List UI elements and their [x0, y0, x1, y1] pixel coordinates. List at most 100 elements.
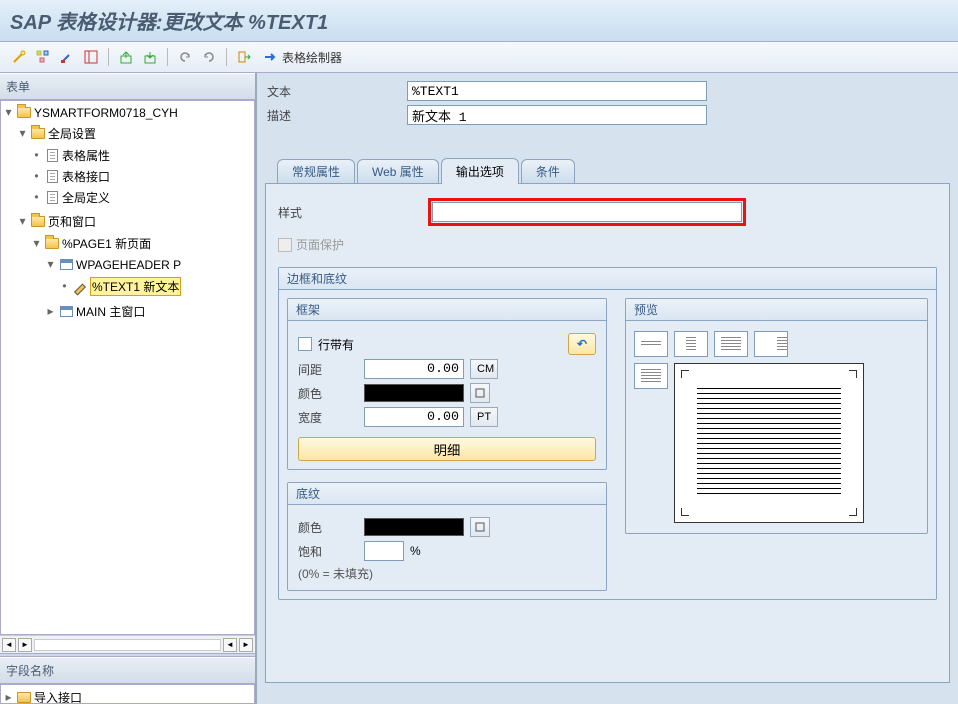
- frame-title: 框架: [288, 299, 606, 321]
- document-icon: [44, 149, 60, 163]
- width-unit-button[interactable]: PT: [470, 407, 498, 427]
- corner-marker-icon: [849, 508, 857, 516]
- shading-subgroup: 底纹 颜色 饱和 %: [287, 482, 607, 591]
- tab-conditions[interactable]: 条件: [521, 159, 575, 183]
- window-icon: [58, 258, 74, 272]
- align-middle-button[interactable]: [634, 363, 668, 389]
- window-icon: [58, 305, 74, 319]
- page-protect-checkbox: [278, 238, 292, 252]
- scroll-right2-icon[interactable]: ►: [239, 638, 253, 652]
- frame-color-swatch: [364, 384, 464, 402]
- tab-general[interactable]: 常规属性: [277, 159, 355, 183]
- tree-text1[interactable]: •%TEXT1 新文本: [57, 276, 183, 297]
- tree-root[interactable]: ▾ YSMARTFORM0718_CYH: [1, 104, 180, 121]
- saturation-input[interactable]: [364, 541, 404, 561]
- align-right-button[interactable]: [754, 331, 788, 357]
- toolbar-undo-icon[interactable]: [174, 46, 196, 68]
- folder-icon: [44, 237, 60, 251]
- form-tree[interactable]: ▾ YSMARTFORM0718_CYH ▾全局设置 •表格属性 •表格接口 •全…: [0, 100, 255, 635]
- fieldname-tree[interactable]: ▸ 导入接口: [0, 684, 255, 704]
- tree-global-settings[interactable]: ▾全局设置: [15, 124, 98, 143]
- toolbar-separator: [226, 48, 227, 66]
- line-with-checkbox[interactable]: [298, 337, 312, 351]
- toolbar-struct-icon[interactable]: [32, 46, 54, 68]
- page-protect-row: 页面保护: [278, 236, 937, 253]
- tree-import-intf[interactable]: ▸ 导入接口: [1, 688, 84, 704]
- twistie-icon[interactable]: ▾: [17, 214, 28, 229]
- toolbar-exit-icon[interactable]: [233, 46, 255, 68]
- twistie-icon[interactable]: ▾: [3, 105, 14, 120]
- frame-color-picker-button[interactable]: [470, 383, 490, 403]
- toolbar-brush-icon[interactable]: [56, 46, 78, 68]
- scroll-track[interactable]: [34, 639, 221, 651]
- tree-form-attr[interactable]: •表格属性: [29, 146, 112, 165]
- tree-form-intf[interactable]: •表格接口: [29, 167, 112, 186]
- tree-label: MAIN 主窗口: [76, 303, 145, 320]
- form-panel-header: 表单: [0, 73, 255, 100]
- tree-label: YSMARTFORM0718_CYH: [34, 106, 178, 120]
- toolbar-upload-icon[interactable]: [115, 46, 137, 68]
- tree-wpageheader[interactable]: ▾ WPAGEHEADER P: [43, 256, 183, 273]
- frame-subgroup: 框架 行带有 ↶ 间距: [287, 298, 607, 470]
- text-name-input[interactable]: [407, 81, 707, 101]
- document-icon: [44, 170, 60, 184]
- tree-label: 导入接口: [34, 689, 82, 704]
- twistie-icon[interactable]: ▾: [17, 126, 28, 141]
- width-label: 宽度: [298, 409, 358, 426]
- shading-color-label: 颜色: [298, 519, 358, 536]
- form-painter-button[interactable]: 表格绘制器: [257, 46, 349, 68]
- fieldname-panel-header: 字段名称: [0, 657, 255, 684]
- spacing-label: 间距: [298, 361, 358, 378]
- toolbar-separator: [108, 48, 109, 66]
- page-protect-label: 页面保护: [296, 236, 344, 253]
- corner-marker-icon: [849, 370, 857, 378]
- style-highlight: [428, 198, 746, 226]
- right-column: 文本 描述 常规属性 Web 属性 输出选项 条件 样式 页面保: [257, 73, 958, 704]
- arrow-right-icon: [264, 52, 278, 62]
- tree-global-def[interactable]: •全局定义: [29, 188, 112, 207]
- desc-label: 描述: [267, 107, 407, 124]
- scroll-right-icon[interactable]: ►: [18, 638, 32, 652]
- folder-icon: [30, 215, 46, 229]
- tree-page1[interactable]: ▾%PAGE1 新页面: [29, 234, 153, 253]
- toolbar-layout-icon[interactable]: [80, 46, 102, 68]
- tree-label: WPAGEHEADER P: [76, 258, 181, 272]
- toolbar-redo-icon[interactable]: [198, 46, 220, 68]
- spacing-unit-button[interactable]: CM: [470, 359, 498, 379]
- spacing-input[interactable]: [364, 359, 464, 379]
- style-input[interactable]: [432, 202, 742, 222]
- align-top-button[interactable]: [634, 331, 668, 357]
- toolbar-wand-icon[interactable]: [8, 46, 30, 68]
- tree-hscroll[interactable]: ◄ ► ◄ ►: [0, 635, 255, 653]
- width-input[interactable]: [364, 407, 464, 427]
- pencil-icon: [72, 280, 88, 294]
- tab-body-output: 样式 页面保护 边框和底纹 框架: [265, 183, 950, 683]
- twistie-icon[interactable]: ▸: [45, 304, 56, 319]
- title-bar: SAP 表格设计器:更改文本 %TEXT1: [0, 0, 958, 42]
- shading-title: 底纹: [288, 483, 606, 505]
- tree-main-window[interactable]: ▸ MAIN 主窗口: [43, 302, 147, 321]
- toolbar-download-icon[interactable]: [139, 46, 161, 68]
- shading-color-swatch: [364, 518, 464, 536]
- shading-color-picker-button[interactable]: [470, 517, 490, 537]
- twistie-icon[interactable]: ▾: [45, 257, 56, 272]
- main-area: 表单 ▾ YSMARTFORM0718_CYH ▾全局设置 •表格属性 •表格接口…: [0, 73, 958, 704]
- align-left-button[interactable]: [674, 331, 708, 357]
- scroll-left-icon[interactable]: ◄: [2, 638, 16, 652]
- tree-label: 表格接口: [62, 168, 110, 185]
- frame-reset-button[interactable]: ↶: [568, 333, 596, 355]
- scroll-left2-icon[interactable]: ◄: [223, 638, 237, 652]
- twistie-icon[interactable]: ▾: [31, 236, 42, 251]
- twistie-icon[interactable]: ▸: [3, 690, 14, 704]
- align-center-button[interactable]: [714, 331, 748, 357]
- tab-strip: 常规属性 Web 属性 输出选项 条件: [277, 157, 958, 183]
- text-label: 文本: [267, 83, 407, 100]
- tree-label: 全局定义: [62, 189, 110, 206]
- not-filled-note: (0% = 未填充): [298, 565, 596, 582]
- description-input[interactable]: [407, 105, 707, 125]
- detail-button[interactable]: 明细: [298, 437, 596, 461]
- tab-web-attr[interactable]: Web 属性: [357, 159, 439, 183]
- tree-pages-windows[interactable]: ▾页和窗口: [15, 212, 98, 231]
- folder-icon: [16, 691, 32, 704]
- tab-output-options[interactable]: 输出选项: [441, 158, 519, 184]
